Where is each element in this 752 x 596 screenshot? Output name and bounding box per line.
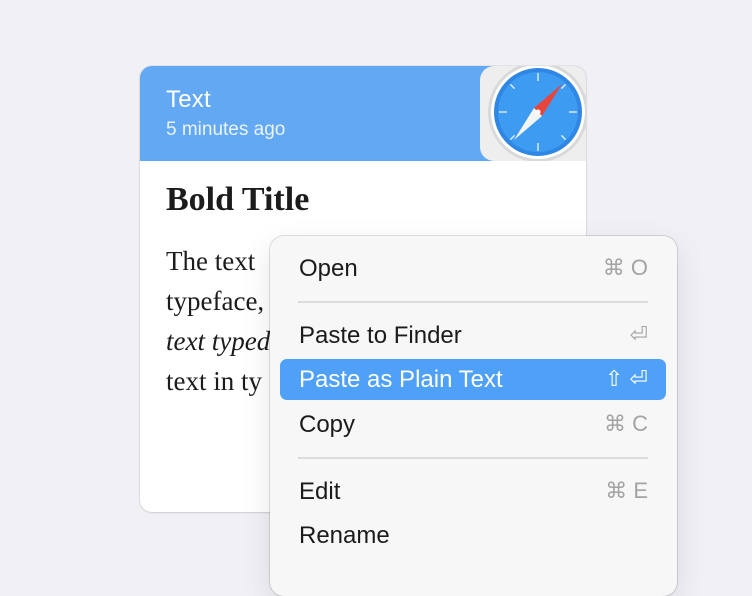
menu-item-label: Open bbox=[299, 255, 358, 282]
shift-return-key-icon: ⇧ ⏎ bbox=[605, 366, 648, 391]
shortcut-label: ⌘ E bbox=[605, 478, 648, 503]
shortcut-label: ⌘ O bbox=[602, 255, 648, 280]
safari-compass-icon bbox=[488, 66, 586, 161]
menu-item-label: Copy bbox=[299, 411, 356, 438]
menu-item-edit[interactable]: Edit ⌘ E bbox=[280, 471, 666, 512]
menu-item-copy[interactable]: Copy ⌘ C bbox=[280, 404, 666, 445]
preview-title: Bold Title bbox=[166, 181, 310, 218]
menu-separator bbox=[298, 301, 648, 303]
menu-item-label: Edit bbox=[299, 478, 341, 505]
menu-separator bbox=[298, 457, 648, 459]
card-type-label: Text bbox=[166, 86, 211, 113]
menu-item-open[interactable]: Open ⌘ O bbox=[280, 248, 666, 289]
menu-item-label: Rename bbox=[299, 522, 390, 549]
menu-item-rename[interactable]: Rename bbox=[280, 515, 666, 556]
card-timestamp: 5 minutes ago bbox=[166, 119, 286, 140]
menu-item-label: Paste to Finder bbox=[299, 322, 462, 349]
return-key-icon: ⏎ bbox=[629, 322, 648, 347]
menu-item-label: Paste as Plain Text bbox=[299, 366, 503, 393]
menu-item-paste-as-plain-text[interactable]: Paste as Plain Text ⇧ ⏎ bbox=[280, 359, 666, 400]
menu-item-paste-to-finder[interactable]: Paste to Finder ⏎ bbox=[280, 315, 666, 356]
source-app-tile bbox=[480, 66, 586, 161]
context-menu: Open ⌘ O Paste to Finder ⏎ Paste as Plai… bbox=[270, 236, 677, 596]
shortcut-label: ⌘ C bbox=[604, 411, 648, 436]
card-header: Text 5 minutes ago bbox=[140, 66, 586, 161]
